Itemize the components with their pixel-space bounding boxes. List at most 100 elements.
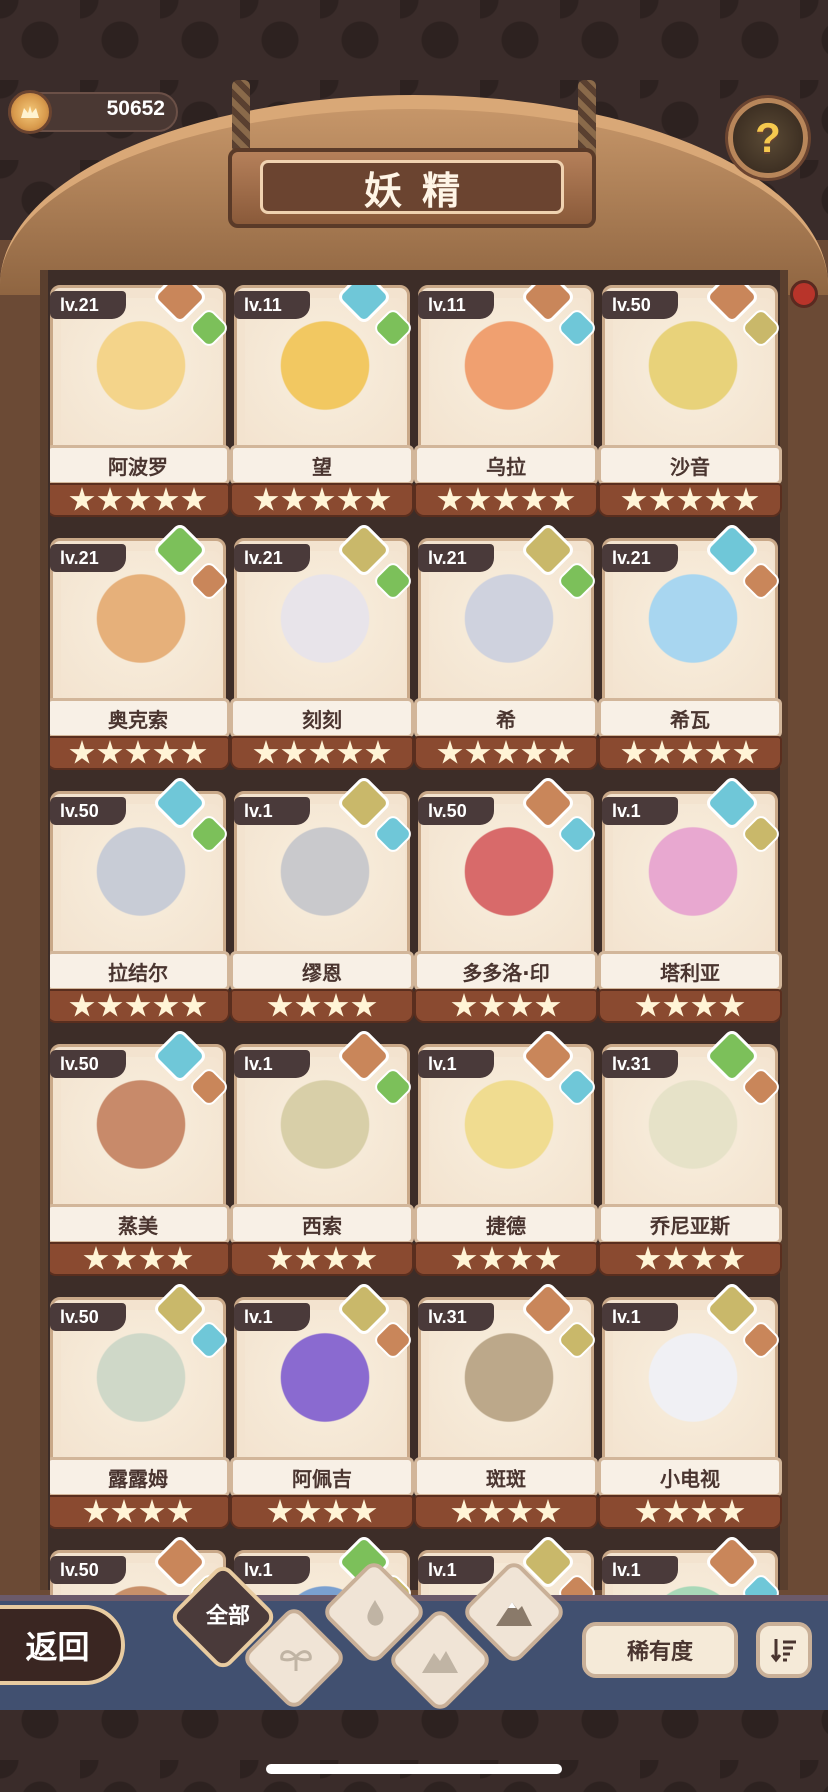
star-rating — [598, 483, 782, 517]
name-ribbon: 希 — [414, 698, 598, 738]
fairy-card[interactable]: lv.31 斑斑 — [414, 1280, 599, 1529]
star-icon — [691, 993, 717, 1017]
grass-icon — [280, 1650, 312, 1671]
help-button[interactable]: ? — [728, 98, 808, 178]
star-icon — [253, 487, 279, 511]
fairy-card[interactable]: lv.21 希瓦 — [598, 521, 783, 770]
currency-value: 50652 — [106, 97, 165, 120]
star-icon — [139, 1246, 165, 1270]
star-icon — [691, 1499, 717, 1523]
fairy-card[interactable]: lv.21 阿波罗 — [50, 285, 231, 517]
level-tag: lv.11 — [234, 291, 310, 319]
rarity-label: 稀有度 — [626, 1640, 693, 1665]
star-icon — [97, 740, 123, 764]
home-indicator — [266, 1764, 562, 1774]
star-icon — [451, 1499, 477, 1523]
star-rating — [414, 1242, 598, 1276]
fairy-card[interactable]: lv.1 捷德 — [414, 1027, 599, 1276]
fairy-card[interactable]: lv.50 沙音 — [598, 285, 783, 517]
fairy-name: 捷德 — [486, 1213, 526, 1238]
level-tag: lv.1 — [234, 1303, 310, 1331]
fairy-card[interactable]: lv.50 拉结尔 — [50, 774, 231, 1023]
level-tag: lv.21 — [418, 544, 494, 572]
star-rating — [598, 989, 782, 1023]
star-icon — [83, 1499, 109, 1523]
name-ribbon: 塔利亚 — [598, 951, 782, 991]
fairy-name: 乔尼亚斯 — [650, 1213, 730, 1238]
star-icon — [167, 1246, 193, 1270]
star-icon — [323, 1499, 349, 1523]
fairy-card[interactable]: lv.50 多多洛·印 — [414, 774, 599, 1023]
fairy-card[interactable]: lv.31 乔尼亚斯 — [598, 1027, 783, 1276]
level-tag: lv.1 — [418, 1556, 494, 1584]
star-icon — [281, 487, 307, 511]
name-ribbon: 露露姆 — [50, 1457, 230, 1497]
star-icon — [535, 993, 561, 1017]
water-icon — [367, 1600, 384, 1626]
fairy-card[interactable]: lv.11 望 — [230, 285, 415, 517]
star-icon — [493, 740, 519, 764]
fire-mountain-icon — [496, 1602, 532, 1626]
fairy-card[interactable]: lv.21 希 — [414, 521, 599, 770]
name-ribbon: 希瓦 — [598, 698, 782, 738]
star-icon — [323, 993, 349, 1017]
rarity-sort-button[interactable]: 稀有度 — [582, 1622, 738, 1678]
name-ribbon: 阿佩吉 — [230, 1457, 414, 1497]
earth-icon — [422, 1651, 458, 1673]
level-tag: lv.1 — [234, 1556, 310, 1584]
star-icon — [437, 740, 463, 764]
star-icon — [549, 740, 575, 764]
star-rating — [50, 483, 230, 517]
fairy-card[interactable]: lv.21 刻刻 — [230, 521, 415, 770]
fairy-name: 望 — [312, 454, 332, 479]
level-tag: lv.1 — [234, 1050, 310, 1078]
star-icon — [125, 487, 151, 511]
fairy-card[interactable]: lv.21 奥克索 — [50, 521, 231, 770]
star-icon — [97, 487, 123, 511]
fairy-name: 刻刻 — [302, 707, 342, 732]
name-ribbon: 拉结尔 — [50, 951, 230, 991]
star-icon — [535, 1499, 561, 1523]
name-ribbon: 乔尼亚斯 — [598, 1204, 782, 1244]
fairy-card[interactable]: lv.50 蒸美 — [50, 1027, 231, 1276]
fairy-name: 露露姆 — [108, 1466, 168, 1491]
fairy-card[interactable]: lv.1 小电视 — [598, 1280, 783, 1529]
star-icon — [451, 993, 477, 1017]
star-icon — [549, 487, 575, 511]
fairy-card[interactable]: lv.1 阿佩吉 — [230, 1280, 415, 1529]
level-tag: lv.1 — [602, 1556, 678, 1584]
fairy-card[interactable]: lv.1 西索 — [230, 1027, 415, 1276]
star-icon — [125, 993, 151, 1017]
star-icon — [663, 1246, 689, 1270]
back-button[interactable]: 返回 — [0, 1605, 125, 1685]
star-icon — [167, 1499, 193, 1523]
star-icon — [663, 1499, 689, 1523]
sort-order-button[interactable] — [756, 1622, 812, 1678]
question-icon: ? — [755, 114, 781, 161]
star-icon — [267, 993, 293, 1017]
fairy-name: 希 — [496, 707, 516, 732]
fairy-name: 拉结尔 — [108, 960, 168, 985]
fairy-card[interactable]: lv.11 乌拉 — [414, 285, 599, 517]
level-tag: lv.50 — [50, 1303, 126, 1331]
name-ribbon: 小电视 — [598, 1457, 782, 1497]
sort-icon — [770, 1639, 796, 1663]
star-icon — [267, 1499, 293, 1523]
star-icon — [351, 1246, 377, 1270]
name-ribbon: 多多洛·印 — [414, 951, 598, 991]
star-icon — [635, 1499, 661, 1523]
filter-all-label: 全部 — [205, 1604, 250, 1629]
star-icon — [69, 487, 95, 511]
star-icon — [719, 1499, 745, 1523]
fairy-card[interactable]: lv.1 塔利亚 — [598, 774, 783, 1023]
name-ribbon: 西索 — [230, 1204, 414, 1244]
fairy-card[interactable]: lv.50 露露姆 — [50, 1280, 231, 1529]
star-icon — [181, 487, 207, 511]
star-icon — [111, 1499, 137, 1523]
level-tag: lv.1 — [234, 797, 310, 825]
fairy-card[interactable]: lv.1 缪恩 — [230, 774, 415, 1023]
star-icon — [719, 1246, 745, 1270]
star-icon — [663, 993, 689, 1017]
star-icon — [295, 1499, 321, 1523]
star-icon — [337, 740, 363, 764]
